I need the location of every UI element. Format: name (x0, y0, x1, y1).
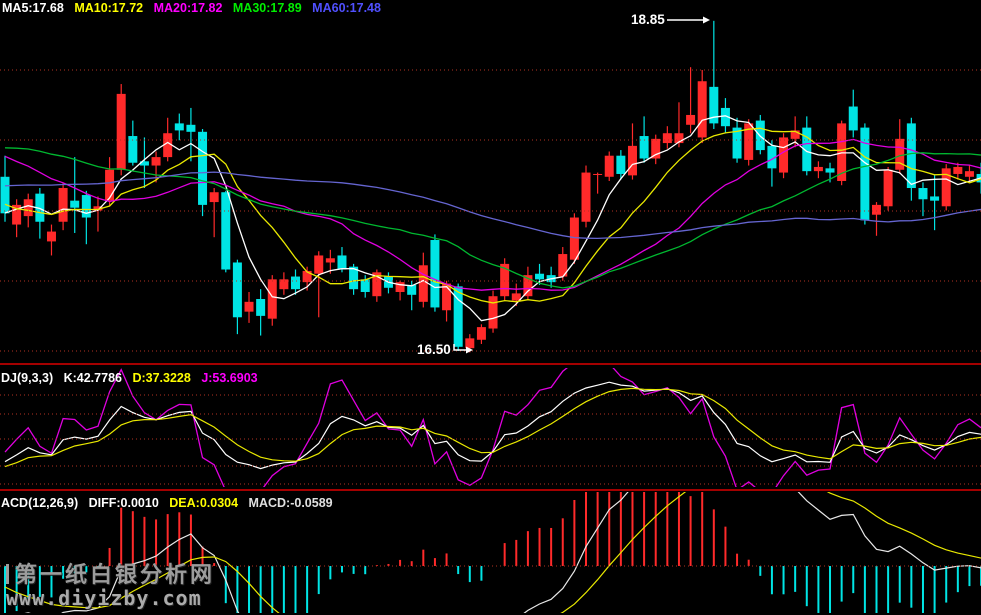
macd-diff-value: DIFF:0.0010 (89, 496, 159, 510)
chart-window: MA5:17.68 MA10:17.72 MA20:17.82 MA30:17.… (0, 0, 981, 615)
watermark-site-name-text: 第一纸白银分析网 (15, 562, 215, 587)
ma20-label: MA20:17.82 (154, 1, 223, 15)
watermark-cursor-bar (6, 564, 9, 584)
high-price-annotation: 18.85 (631, 12, 665, 27)
kdj-label-row: DJ(9,3,3) K:42.7786 D:37.3228 J:53.6903 (1, 371, 265, 385)
low-price-annotation: 16.50 (417, 342, 451, 357)
ma-label-row: MA5:17.68 MA10:17.72 MA20:17.82 MA30:17.… (2, 1, 388, 15)
watermark-site-name: 第一纸白银分析网 (6, 557, 215, 589)
kdj-k-value: K:42.7786 (64, 371, 122, 385)
watermark-site-url: www.diyizby.com (6, 586, 202, 610)
macd-title: ACD(12,26,9) (1, 496, 78, 510)
macd-label-row: ACD(12,26,9) DIFF:0.0010 DEA:0.0304 MACD… (1, 496, 340, 510)
kdj-d-value: D:37.3228 (132, 371, 190, 385)
macd-macd-value: MACD:-0.0589 (249, 496, 333, 510)
kdj-title: DJ(9,3,3) (1, 371, 53, 385)
ma60-label: MA60:17.48 (312, 1, 381, 15)
kdj-j-value: J:53.6903 (201, 371, 257, 385)
candlestick-chart (0, 0, 981, 615)
ma10-label: MA10:17.72 (74, 1, 143, 15)
macd-dea-value: DEA:0.0304 (169, 496, 238, 510)
ma30-label: MA30:17.89 (233, 1, 302, 15)
ma5-label: MA5:17.68 (2, 1, 64, 15)
